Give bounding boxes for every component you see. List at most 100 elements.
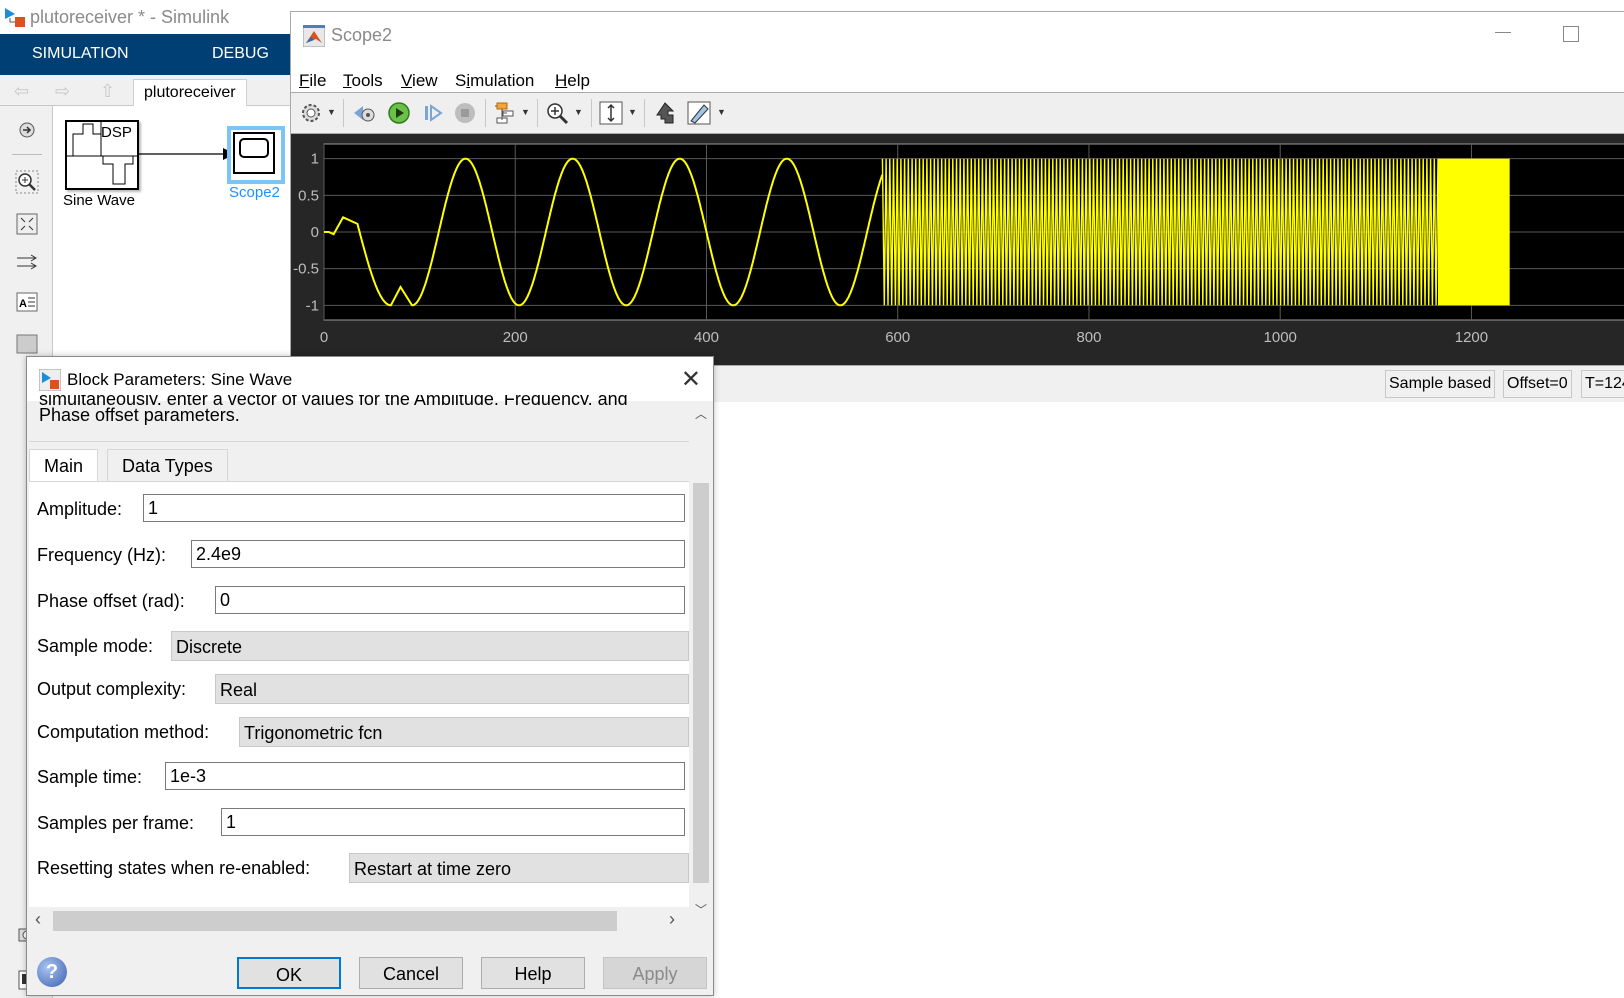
help-circle-icon[interactable]: ?: [37, 957, 67, 987]
y-tick-label: -1: [306, 297, 319, 314]
matlab-logo-icon: [302, 24, 326, 48]
signal-hierarchy-icon[interactable]: [493, 101, 517, 125]
amplitude-label: Amplitude:: [37, 498, 123, 519]
tab-debug[interactable]: DEBUG: [212, 45, 269, 63]
sample-mode-status: Sample based: [1385, 370, 1496, 398]
x-tick-label: 200: [503, 329, 528, 346]
frequency-input[interactable]: [191, 540, 685, 568]
cancel-button[interactable]: Cancel: [359, 957, 463, 989]
x-tick-label: 600: [885, 329, 910, 346]
computation-method-select[interactable]: Trigonometric fcn: [239, 717, 689, 747]
tab-data-types[interactable]: Data Types: [107, 449, 228, 482]
sine-wave-block[interactable]: DSP: [65, 120, 139, 190]
y-tick-label: 1: [311, 151, 319, 168]
zoom-area-icon[interactable]: [15, 170, 39, 194]
maximize-button[interactable]: [1563, 26, 1579, 42]
description-text: Phase offset parameters.: [39, 405, 240, 425]
scope-axes[interactable]: 10.50-0.5-10 200 400 600 800 1000 1200: [291, 134, 1624, 365]
simulink-window-title: plutoreceiver * - Simulink: [30, 6, 230, 27]
menu-help[interactable]: Help: [555, 71, 590, 91]
tab-main[interactable]: Main: [29, 449, 99, 482]
x-tick-label: 800: [1076, 329, 1101, 346]
annotation-icon[interactable]: A: [15, 290, 39, 314]
frequency-label: Frequency (Hz):: [37, 544, 167, 565]
step-forward-icon[interactable]: [421, 101, 445, 125]
parameters-panel: Amplitude: Frequency (Hz): Phase offset …: [29, 481, 689, 907]
x-tick-label: 400: [694, 329, 719, 346]
tab-simulation[interactable]: SIMULATION: [32, 45, 129, 63]
close-icon[interactable]: ✕: [681, 365, 701, 394]
simulink-logo-icon: [4, 6, 26, 28]
stop-icon[interactable]: [453, 101, 477, 125]
amplitude-input[interactable]: [143, 494, 685, 522]
scroll-left-icon[interactable]: ‹: [35, 909, 41, 930]
scope-plot-panel[interactable]: 1 0.5 0 -0.5 -1 0 200 400 600 800 1000 1200: [291, 134, 1624, 365]
horizontal-scrollbar[interactable]: ‹ ›: [29, 907, 689, 933]
sine-wave-label[interactable]: Sine Wave: [63, 192, 135, 209]
dsp-label: DSP: [101, 124, 132, 141]
up-arrow-icon[interactable]: ⇧: [100, 81, 115, 102]
horizontal-scroll-thumb[interactable]: [53, 911, 617, 931]
menu-tools[interactable]: Tools: [343, 71, 383, 91]
time-status: T=124: [1581, 370, 1624, 398]
y-tick-label: 0: [311, 224, 319, 241]
ok-button[interactable]: OK: [237, 957, 341, 989]
signal-lines-icon[interactable]: [15, 250, 39, 274]
vertical-scroll-thumb[interactable]: [693, 483, 709, 883]
simulink-ribbon: SIMULATION DEBUG: [0, 34, 300, 75]
measurements-dropdown-icon[interactable]: ▼: [717, 107, 726, 117]
settings-dropdown-icon[interactable]: ▼: [327, 107, 336, 117]
dialog-title: Block Parameters: Sine Wave: [67, 370, 293, 389]
sample-mode-label: Sample mode:: [37, 635, 154, 656]
scope2-block[interactable]: [227, 126, 285, 184]
resetting-states-select[interactable]: Restart at time zero: [349, 853, 689, 883]
scale-axes-icon[interactable]: [599, 101, 623, 125]
svg-text:A: A: [19, 298, 27, 310]
scope-window: Scope2 FFileile Tools View Simulation He…: [290, 11, 1624, 402]
highlight-block-icon[interactable]: [653, 101, 677, 125]
back-arrow-icon[interactable]: ⇦: [14, 81, 29, 102]
image-icon[interactable]: [15, 332, 39, 356]
simulink-nav-bar: ⇦ ⇨ ⇧ plutoreceiver: [0, 75, 300, 106]
measurements-icon[interactable]: [687, 101, 711, 125]
samples-per-frame-label: Samples per frame:: [37, 812, 195, 833]
scope2-label[interactable]: Scope2: [229, 184, 280, 201]
output-complexity-label: Output complexity:: [37, 678, 187, 699]
vertical-scrollbar[interactable]: ︿ ﹀: [691, 401, 711, 921]
run-icon[interactable]: [387, 101, 411, 125]
samples-per-frame-input[interactable]: [221, 808, 685, 836]
minimize-button[interactable]: [1495, 32, 1511, 33]
breadcrumb[interactable]: plutoreceiver: [133, 79, 247, 106]
signal-hierarchy-dropdown-icon[interactable]: ▼: [521, 107, 530, 117]
scope-screen-icon: [239, 138, 269, 158]
output-complexity-select[interactable]: Real: [215, 674, 689, 704]
sample-time-input[interactable]: [165, 762, 685, 790]
menu-simulation[interactable]: Simulation: [455, 71, 534, 91]
menu-file[interactable]: FFileile: [299, 71, 326, 91]
fit-to-view-icon[interactable]: [15, 212, 39, 236]
step-back-icon[interactable]: [353, 101, 377, 125]
block-parameters-dialog: Block Parameters: Sine Wave ✕ simultaneo…: [26, 356, 714, 996]
model-canvas[interactable]: DSP Sine Wave Scope2: [53, 106, 301, 356]
signal-line[interactable]: [137, 144, 237, 164]
sample-mode-select[interactable]: Discrete: [171, 631, 689, 661]
settings-icon[interactable]: [299, 101, 323, 125]
scale-dropdown-icon[interactable]: ▼: [628, 107, 637, 117]
menu-view[interactable]: View: [401, 71, 438, 91]
y-tick-label: -0.5: [293, 261, 319, 278]
signal-trace-band: [1437, 158, 1510, 306]
x-tick-label: 1200: [1455, 329, 1488, 346]
zoom-dropdown-icon[interactable]: ▼: [574, 107, 583, 117]
offset-status: Offset=0: [1503, 370, 1572, 398]
zoom-in-icon[interactable]: [545, 101, 569, 125]
scope-title-bar: Scope2: [291, 12, 1624, 58]
x-tick-label: 0: [320, 329, 328, 346]
scroll-down-icon[interactable]: ﹀: [695, 901, 707, 918]
navigate-icon[interactable]: [15, 118, 39, 142]
scroll-up-icon[interactable]: ︿: [695, 405, 707, 422]
help-button[interactable]: Help: [481, 957, 585, 989]
phase-offset-input[interactable]: [215, 586, 685, 614]
scroll-right-icon[interactable]: ›: [669, 909, 675, 930]
forward-arrow-icon[interactable]: ⇨: [55, 81, 70, 102]
apply-button[interactable]: Apply: [603, 957, 707, 989]
